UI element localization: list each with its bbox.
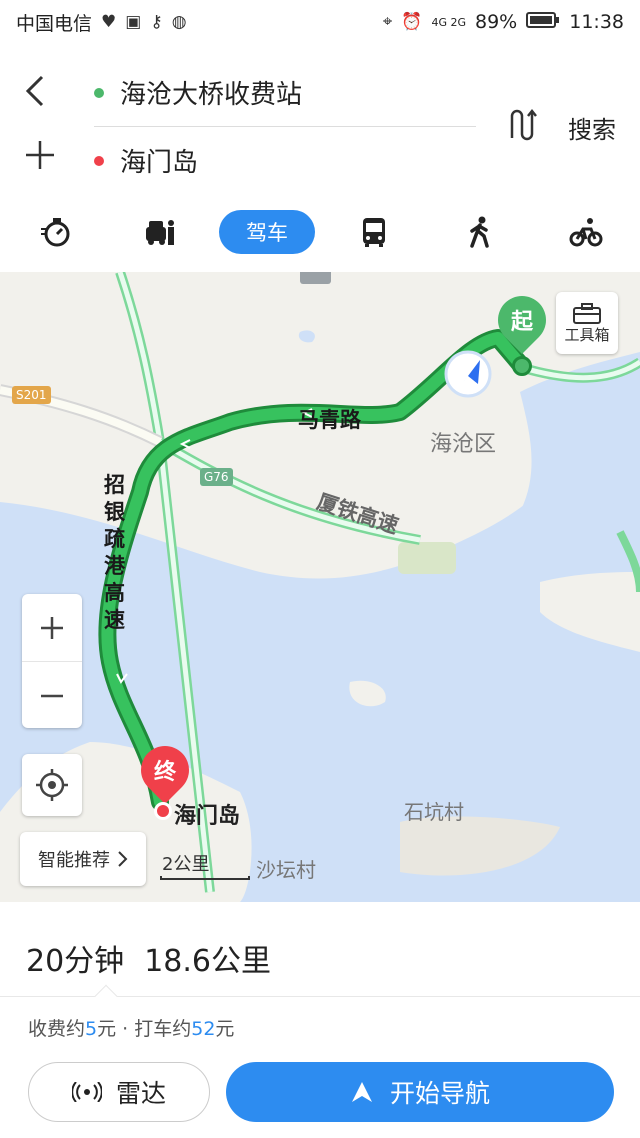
search-button[interactable]: 搜索 [568,110,616,145]
toolbox-label: 工具箱 [564,325,610,344]
crosshair-icon [36,769,68,801]
end-place-label: 海门岛 [174,804,241,829]
end-marker[interactable]: 终 [131,736,199,806]
route-summary-panel: 20分钟 18.6公里 收费约5元 · 打车约52元 雷达 开始导航 [0,902,640,1138]
tab-indicator [94,984,118,1008]
timer-icon [41,218,70,247]
radar-icon [71,1082,102,1102]
health-icon: ♥ [101,12,117,32]
signal-icon: 4G 2G [431,15,466,29]
road-shield-top [300,272,331,284]
start-marker[interactable]: 起 [488,286,556,356]
scale-label: 2公里 [162,854,210,875]
location-icon: ⌖ [382,12,393,32]
zoom-in-button[interactable] [22,594,82,661]
toll-prefix: 收费约 [28,1018,86,1040]
plus-icon [26,141,54,169]
swap-icon [510,108,537,141]
end-point-field[interactable]: 海门岛 [94,142,198,179]
start-dot-icon [94,87,104,98]
tab-drive[interactable]: 驾车 [219,210,315,254]
toll-suffix: 元 · 打车约 [97,1018,192,1040]
road-char: 速 [104,608,125,632]
zoom-out-button[interactable] [22,662,82,729]
taxi-suffix: 元 [215,1018,235,1040]
clock: 11:38 [569,11,624,33]
taxi-icon [146,220,174,245]
road-char: 港 [104,554,125,578]
smart-recommend-button[interactable]: 智能推荐 [20,832,146,886]
route-header: 海沧大桥收费站 海门岛 搜索 [0,44,640,194]
road-shield-g76: G76 [200,468,233,486]
navigation-arrow-icon [351,1082,372,1102]
tab-bike[interactable] [566,210,606,254]
walk-icon [470,216,489,248]
road-shield-s201: S201 [12,386,51,404]
zoom-control [22,594,82,728]
route-summary[interactable]: 20分钟 18.6公里 [26,936,271,980]
bus-icon [363,218,385,247]
start-point-dot [512,356,532,376]
end-point-label: 海门岛 [120,148,199,178]
road-char: 银 [104,500,125,524]
toll-value: 5 [85,1018,98,1040]
place-label-shatan: 沙坛村 [256,858,316,882]
start-point-field[interactable]: 海沧大桥收费站 [94,74,302,111]
tab-timer[interactable] [36,210,76,254]
activity-icon: ▣ [125,12,142,32]
battery-icon [526,11,560,34]
bike-icon [569,218,603,247]
start-marker-label: 起 [510,310,534,336]
swap-route-button[interactable] [504,108,538,150]
tab-walk[interactable] [460,210,500,254]
road-char: 招 [104,473,125,497]
end-dot-icon [94,155,104,166]
toolbox-button[interactable]: 工具箱 [556,292,618,354]
alarm-icon: ⏰ [401,12,423,32]
end-marker-label: 终 [153,760,177,786]
map-canvas [0,272,640,902]
key-icon: ⚷ [150,12,163,32]
place-label-shikeng: 石坑村 [404,800,464,824]
travel-mode-tabs: 驾车 [0,198,640,270]
map-view[interactable]: S201 G76 马青路 厦铁高速 招 银 疏 港 高 速 海沧区 石坑村 沙坛… [0,272,640,902]
taxi-value: 52 [191,1018,216,1040]
chevron-right-icon [118,851,128,867]
locate-button[interactable] [22,754,82,816]
tab-bus[interactable] [354,210,394,254]
start-point-label: 海沧大桥收费站 [120,80,303,110]
battery-percent: 89% [475,11,518,33]
route-distance: 18.6公里 [144,944,271,979]
wechat-icon: ◍ [171,12,187,32]
smart-recommend-label: 智能推荐 [38,850,110,871]
tab-taxi[interactable] [140,210,180,254]
road-label-zhaoyin: 招 银 疏 港 高 速 [104,472,125,634]
add-waypoint-button[interactable] [24,138,60,178]
scale-bar [160,876,250,880]
start-navigation-button[interactable]: 开始导航 [226,1062,614,1122]
radar-button[interactable]: 雷达 [28,1062,210,1122]
start-navigation-label: 开始导航 [389,1079,490,1108]
minus-icon [41,694,63,697]
status-bar: 中国电信 ♥ ▣ ⚷ ◍ ⌖ ⏰ 4G 2G 89% 11:38 [0,0,640,44]
carrier-label: 中国电信 [16,12,93,35]
fee-info: 收费约5元 · 打车约52元 [28,1014,234,1041]
road-char: 高 [104,581,125,605]
radar-label: 雷达 [115,1079,166,1108]
plus-icon [41,616,63,639]
road-char: 疏 [104,527,125,551]
back-button[interactable] [24,74,54,114]
end-point-dot [154,802,172,820]
chevron-left-icon [25,75,44,107]
divider [94,126,476,127]
route-duration: 20分钟 [26,944,125,979]
road-label-maqing: 马青路 [298,408,361,432]
place-label-haicang: 海沧区 [430,432,497,457]
toolbox-icon [573,302,601,324]
